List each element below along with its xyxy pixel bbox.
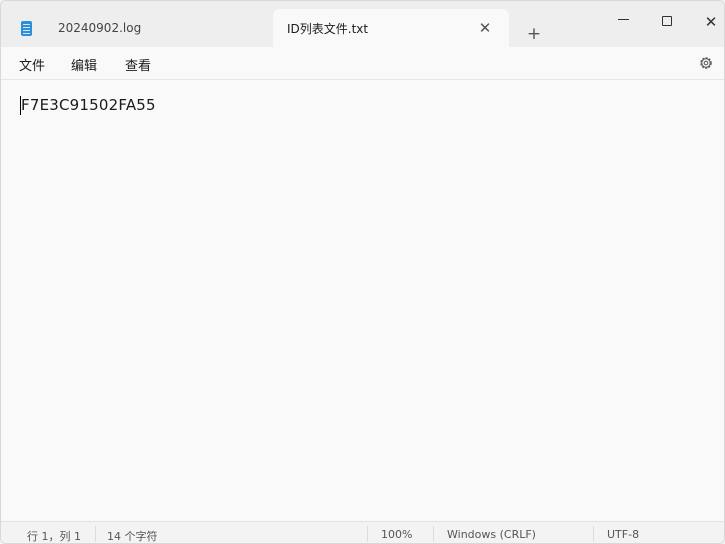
minimize-icon: [617, 18, 629, 20]
status-divider: [433, 526, 434, 542]
menu-file[interactable]: 文件: [19, 55, 45, 74]
tab-label: ID列表文件.txt: [287, 21, 369, 36]
status-divider: [367, 526, 368, 542]
status-bar: 行 1，列 1 14 个字符 100% Windows (CRLF) UTF-8: [1, 521, 724, 543]
new-tab-button[interactable]: +: [521, 21, 547, 47]
gear-icon[interactable]: [698, 55, 714, 71]
line-ending[interactable]: Windows (CRLF): [447, 528, 536, 541]
title-bar: 20240902.log ID列表文件.txt ✕ + ✕: [1, 1, 724, 47]
menu-view[interactable]: 查看: [125, 55, 151, 74]
maximize-icon: [662, 15, 672, 26]
notepad-window: 20240902.log ID列表文件.txt ✕ + ✕ 文件 编辑 查看 F…: [0, 0, 725, 544]
status-divider: [95, 526, 96, 542]
text-editor[interactable]: F7E3C91502FA55: [1, 81, 724, 521]
close-window-button[interactable]: ✕: [689, 7, 724, 37]
encoding[interactable]: UTF-8: [607, 528, 639, 541]
tab-label: 20240902.log: [58, 21, 142, 35]
menu-edit[interactable]: 编辑: [71, 55, 97, 74]
status-divider: [593, 526, 594, 542]
tab-20240902-log[interactable]: 20240902.log: [7, 9, 267, 47]
maximize-button[interactable]: [645, 7, 689, 37]
character-count: 14 个字符: [107, 530, 158, 543]
document-icon: [21, 20, 32, 36]
minimize-button[interactable]: [601, 7, 645, 37]
menu-bar: 文件 编辑 查看: [1, 47, 724, 80]
tab-id-list-file[interactable]: ID列表文件.txt ✕: [273, 9, 509, 47]
editor-content[interactable]: F7E3C91502FA55: [21, 96, 156, 114]
zoom-level[interactable]: 100%: [381, 528, 412, 541]
cursor-position: 行 1，列 1: [27, 530, 81, 543]
close-tab-button[interactable]: ✕: [475, 18, 495, 38]
